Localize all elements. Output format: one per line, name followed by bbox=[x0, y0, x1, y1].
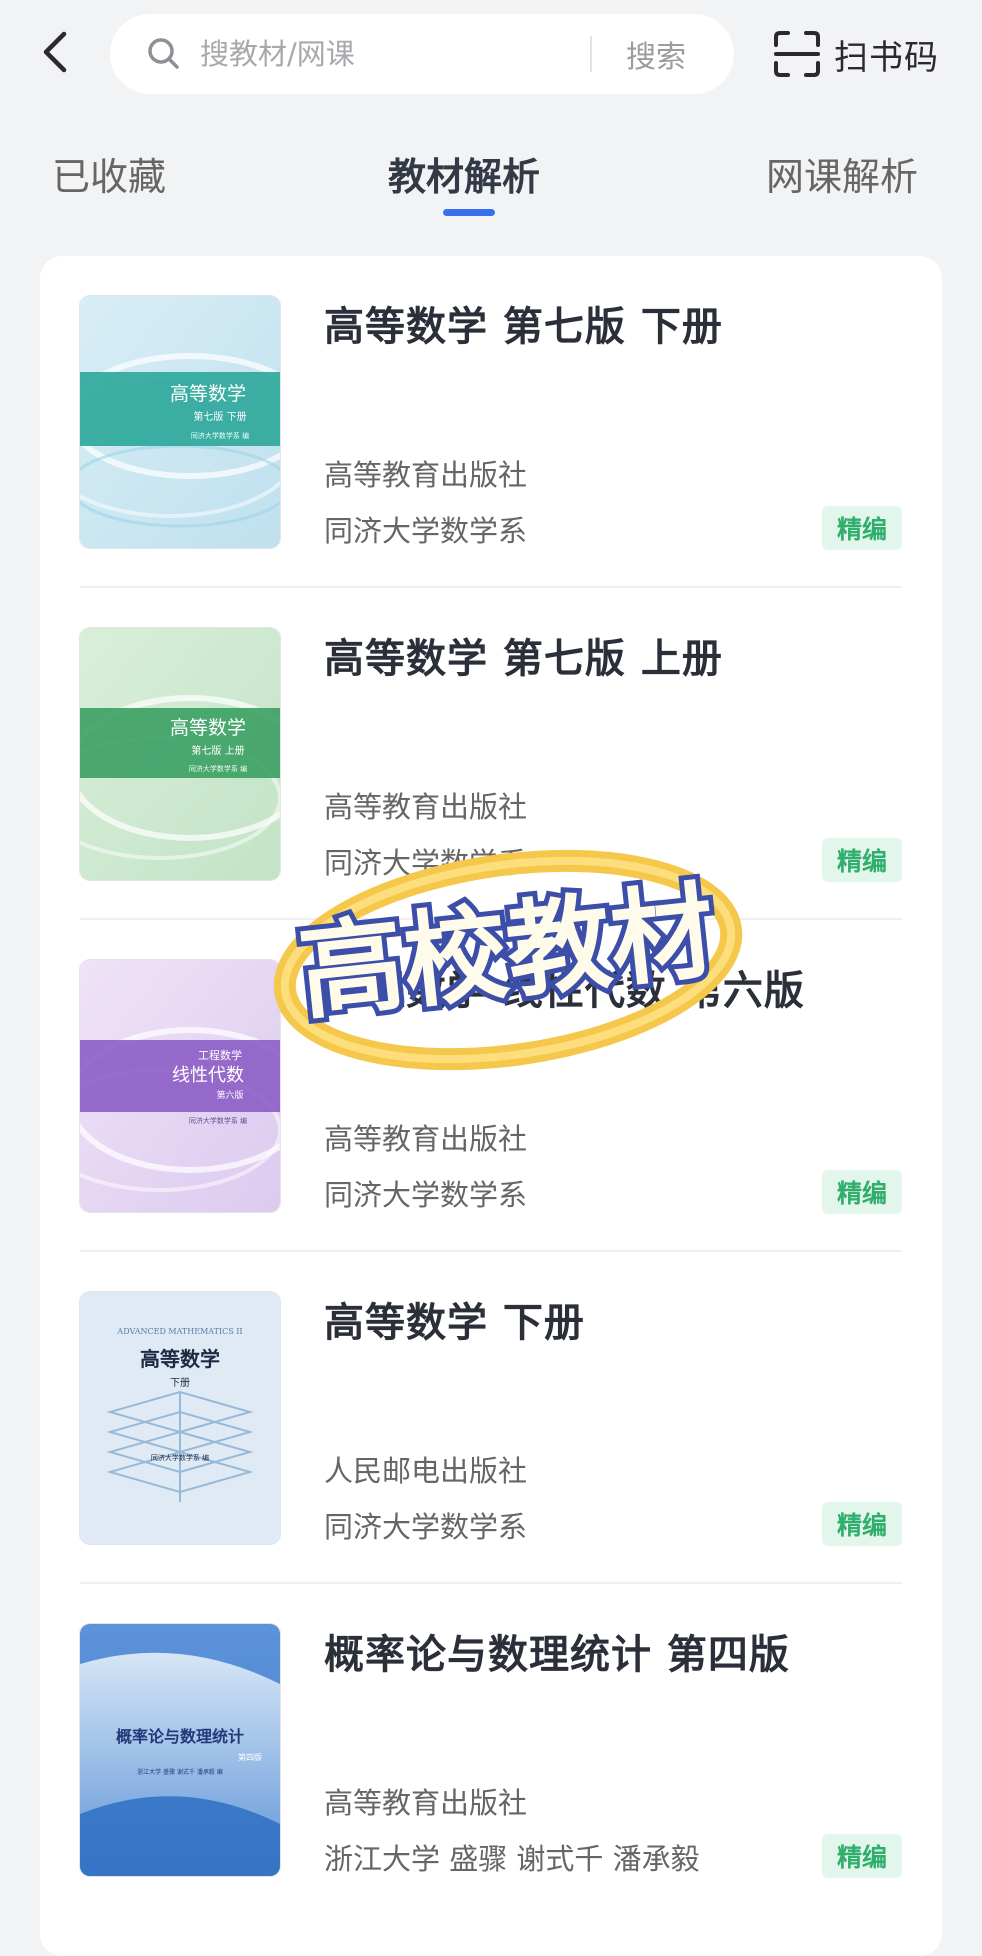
cover-author: 浙江大学 盛骤 谢式千 潘承毅 编 bbox=[137, 1768, 223, 1776]
book-title: 高等数学 第七版 下册 bbox=[324, 304, 723, 350]
book-author: 同济大学数学系 bbox=[324, 846, 528, 880]
cover-subtitle: 第六版 bbox=[216, 1089, 243, 1101]
book-publisher: 高等教育出版社 bbox=[324, 790, 528, 824]
list-item[interactable]: 概率论与数理统计 第四版 浙江大学 盛骤 谢式千 潘承毅 编 概率论与数理统计 … bbox=[80, 1584, 902, 1916]
book-cover[interactable]: 高等数学 第七版 下册 同济大学数学系 编 bbox=[80, 296, 280, 548]
cover-author: 同济大学数学系 编 bbox=[189, 1116, 247, 1125]
book-cover[interactable]: 概率论与数理统计 第四版 浙江大学 盛骤 谢式千 潘承毅 编 bbox=[80, 1624, 280, 1876]
scan-label: 扫书码 bbox=[834, 37, 939, 78]
cover-subtitle: 第七版 下册 bbox=[193, 410, 246, 423]
quality-badge: 精编 bbox=[822, 1170, 902, 1214]
book-author: 浙江大学 盛骤 谢式千 潘承毅 bbox=[324, 1842, 700, 1876]
active-tab-indicator bbox=[443, 209, 495, 216]
book-cover[interactable]: 高等数学 第七版 上册 同济大学数学系 编 bbox=[80, 628, 280, 880]
cover-author: 同济大学数学系 编 bbox=[151, 1453, 209, 1462]
book-author: 同济大学数学系 bbox=[324, 1510, 528, 1544]
cover-title: 概率论与数理统计 bbox=[116, 1727, 244, 1746]
book-cover[interactable]: ADVANCED MATHEMATICS II 高等数学 下册 同济大学数学系 … bbox=[80, 1292, 280, 1544]
book-title: 高等数学 下册 bbox=[324, 1300, 585, 1346]
list-item[interactable]: 工程数学 线性代数 第六版 同济大学数学系 编 工程数学 线性代数 第六版 高等… bbox=[80, 920, 902, 1252]
list-item[interactable]: ADVANCED MATHEMATICS II 高等数学 下册 同济大学数学系 … bbox=[80, 1252, 902, 1584]
cover-title: 高等数学 bbox=[170, 383, 246, 405]
book-cover[interactable]: 工程数学 线性代数 第六版 同济大学数学系 编 bbox=[80, 960, 280, 1212]
scan-icon bbox=[774, 31, 820, 77]
cover-subtitle: 下册 bbox=[170, 1378, 190, 1389]
list-item[interactable]: 高等数学 第七版 下册 同济大学数学系 编 高等数学 第七版 下册 高等教育出版… bbox=[80, 256, 902, 588]
cover-title: 线性代数 bbox=[172, 1065, 244, 1086]
book-title: 高等数学 第七版 上册 bbox=[324, 636, 723, 682]
cover-pretitle: 工程数学 bbox=[198, 1048, 242, 1062]
back-button[interactable] bbox=[30, 22, 80, 82]
cover-subtitle: 第七版 上册 bbox=[191, 744, 244, 757]
quality-badge: 精编 bbox=[822, 1834, 902, 1878]
book-publisher: 高等教育出版社 bbox=[324, 458, 528, 492]
tab-textbook-analysis[interactable]: 教材解析 bbox=[388, 146, 540, 201]
cover-pretitle: ADVANCED MATHEMATICS II bbox=[116, 1327, 242, 1336]
search-divider bbox=[590, 36, 592, 72]
tab-course-analysis[interactable]: 网课解析 bbox=[766, 146, 918, 201]
search-icon bbox=[146, 36, 182, 72]
cover-author: 同济大学数学系 编 bbox=[189, 764, 247, 773]
quality-badge: 精编 bbox=[822, 506, 902, 550]
book-publisher: 人民邮电出版社 bbox=[324, 1454, 528, 1488]
search-box[interactable]: 搜索 bbox=[110, 14, 734, 94]
quality-badge: 精编 bbox=[822, 1502, 902, 1546]
search-input[interactable] bbox=[198, 36, 582, 72]
top-bar: 搜索 扫书码 bbox=[0, 0, 982, 110]
chevron-left-icon bbox=[43, 31, 67, 73]
search-button[interactable]: 搜索 bbox=[626, 32, 686, 76]
tab-bar: 已收藏 教材解析 网课解析 bbox=[0, 140, 982, 220]
tab-favorites[interactable]: 已收藏 bbox=[52, 146, 166, 201]
book-author: 同济大学数学系 bbox=[324, 1178, 528, 1212]
book-publisher: 高等教育出版社 bbox=[324, 1786, 528, 1820]
book-title: 概率论与数理统计 第四版 bbox=[324, 1632, 790, 1678]
quality-badge: 精编 bbox=[822, 838, 902, 882]
cover-author: 同济大学数学系 编 bbox=[191, 431, 249, 440]
book-publisher: 高等教育出版社 bbox=[324, 1122, 528, 1156]
cover-title: 高等数学 bbox=[140, 1347, 220, 1371]
book-author: 同济大学数学系 bbox=[324, 514, 528, 548]
book-list: 高等数学 第七版 下册 同济大学数学系 编 高等数学 第七版 下册 高等教育出版… bbox=[40, 256, 942, 1956]
cover-title: 高等数学 bbox=[170, 717, 246, 739]
book-title: 工程数学 线性代数 第六版 bbox=[324, 968, 805, 1014]
cover-subtitle: 第四版 bbox=[238, 1752, 262, 1762]
scan-book-code-button[interactable]: 扫书码 bbox=[772, 20, 939, 88]
list-item[interactable]: 高等数学 第七版 上册 同济大学数学系 编 高等数学 第七版 上册 高等教育出版… bbox=[80, 588, 902, 920]
